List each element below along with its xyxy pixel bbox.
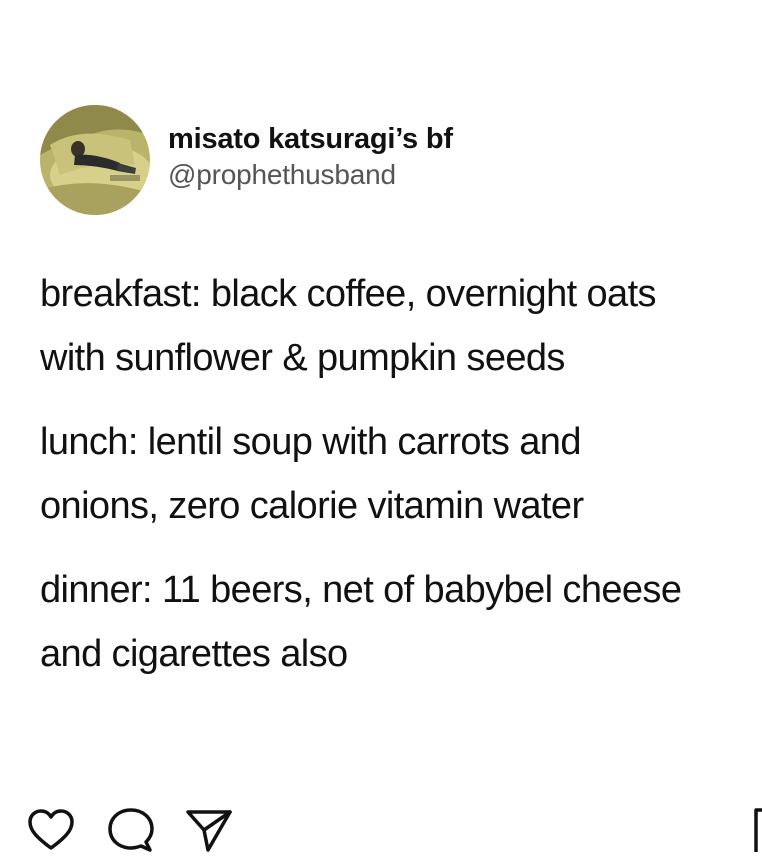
share-button[interactable] — [184, 806, 234, 856]
post-line-dinner-2: and cigarettes also — [40, 633, 348, 675]
post-line-breakfast-2: with sunflower & pumpkin seeds — [40, 337, 565, 379]
post-header: misato katsuragi’s bf @prophethusband — [40, 104, 453, 216]
action-bar — [0, 806, 762, 863]
avatar[interactable] — [40, 105, 150, 215]
save-button[interactable] — [752, 806, 762, 856]
speech-bubble-icon — [108, 808, 154, 852]
post-line-lunch-2: onions, zero calorie vitamin water — [40, 485, 584, 527]
post-line-lunch-1: lunch: lentil soup with carrots and — [40, 421, 581, 463]
post-line-dinner-1: dinner: 11 beers, net of babybel cheese — [40, 569, 682, 611]
like-button[interactable] — [26, 806, 76, 856]
author-names: misato katsuragi’s bf @prophethusband — [168, 121, 453, 193]
user-handle[interactable]: @prophethusband — [168, 157, 453, 193]
bookmark-icon — [754, 808, 762, 852]
comment-button[interactable] — [106, 806, 156, 856]
post-line-breakfast-1: breakfast: black coffee, overnight oats — [40, 273, 657, 315]
avatar-photo — [40, 105, 150, 215]
display-name[interactable]: misato katsuragi’s bf — [168, 121, 453, 157]
heart-icon — [28, 809, 74, 850]
post-text: breakfast: black coffee, overnight oats … — [40, 262, 762, 686]
paper-plane-icon — [186, 810, 232, 852]
